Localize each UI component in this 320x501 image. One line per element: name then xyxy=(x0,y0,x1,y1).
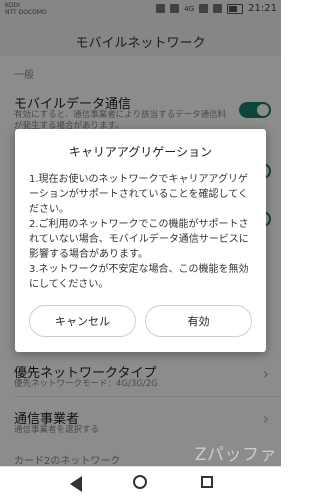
recent-apps-icon[interactable] xyxy=(201,476,213,488)
dialog-paragraph-3: 3.ネットワークが不安定な場合、この機能を無効にしてください。 xyxy=(29,264,249,290)
cancel-button[interactable]: キャンセル xyxy=(29,305,136,337)
dialog-paragraph-2: 2.ご利用のネットワークでこの機能がサポートされていない場合、モバイルデータ通信… xyxy=(29,219,249,260)
back-icon[interactable] xyxy=(70,476,82,492)
dialog-message: 1.現在お使いのネットワークでキャリアアグリゲーションがサポートされていることを… xyxy=(29,172,254,292)
enable-button[interactable]: 有効 xyxy=(145,305,252,337)
navigation-bar xyxy=(0,466,281,501)
home-icon[interactable] xyxy=(133,475,147,489)
carrier-aggregation-dialog: キャリアアグリゲーション 1.現在お使いのネットワークでキャリアアグリゲーション… xyxy=(15,129,266,352)
dialog-paragraph-1: 1.現在お使いのネットワークでキャリアアグリゲーションがサポートされていることを… xyxy=(29,174,249,215)
dialog-title: キャリアアグリゲーション xyxy=(68,145,213,159)
watermark-logo: Zパッファ xyxy=(194,445,277,465)
